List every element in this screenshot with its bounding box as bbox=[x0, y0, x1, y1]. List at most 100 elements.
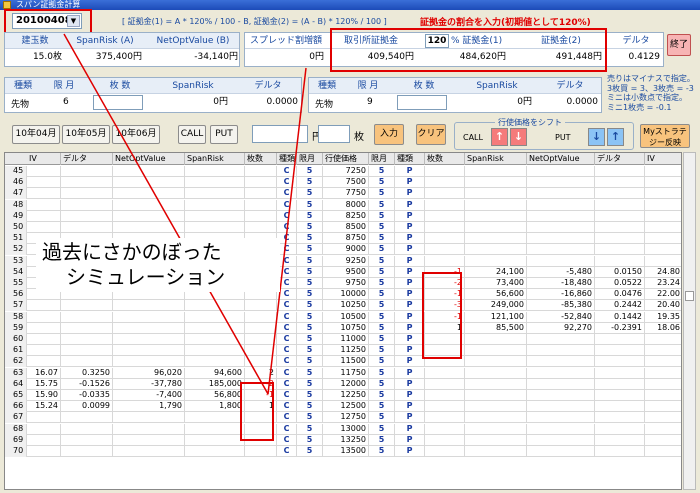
cell-i: 51 bbox=[5, 233, 27, 245]
month-button-3[interactable]: 10年06月 bbox=[112, 125, 160, 144]
table-row[interactable]: 61 C 5 11250 5 P bbox=[5, 345, 681, 357]
table-row[interactable]: 66 15.24 0.0099 1,790 1,800 1 C 5 12500 5 P bbox=[5, 401, 681, 413]
table-row[interactable]: 63 16.07 0.3250 96,020 94,600 2 C 5 11750 5 P bbox=[5, 367, 681, 379]
table-row[interactable]: 67 C 5 12750 5 P bbox=[5, 412, 681, 424]
table-row[interactable]: 70 C 5 13500 5 P bbox=[5, 446, 681, 457]
cell-cl[interactable] bbox=[245, 311, 277, 323]
cell-cn bbox=[113, 166, 185, 177]
cell-cl[interactable] bbox=[245, 188, 277, 200]
cell-cn: 1,790 bbox=[113, 401, 185, 413]
cell-pl[interactable] bbox=[425, 166, 465, 177]
cell-cl[interactable] bbox=[245, 322, 277, 334]
cell-pl[interactable] bbox=[425, 334, 465, 345]
cell-cl[interactable] bbox=[245, 434, 277, 446]
enter-button[interactable]: 入力 bbox=[374, 124, 404, 145]
price-input[interactable] bbox=[252, 125, 308, 143]
cell-pl[interactable] bbox=[425, 367, 465, 379]
cell-pl[interactable] bbox=[425, 356, 465, 368]
table-row[interactable]: 57 C 5 10250 5 P -3 249,000 -85,380 0.2442 20.40 bbox=[5, 300, 681, 312]
cell-cl[interactable] bbox=[245, 177, 277, 189]
table-row[interactable]: 49 C 5 8250 5 P bbox=[5, 210, 681, 222]
cell-pl[interactable]: -2 bbox=[425, 278, 465, 289]
grid-header-8: 限月 bbox=[369, 153, 395, 165]
cell-pl[interactable] bbox=[425, 199, 465, 211]
fut2-lots-input[interactable] bbox=[397, 95, 447, 110]
cell-pl[interactable] bbox=[425, 244, 465, 256]
cell-cl[interactable] bbox=[245, 446, 277, 457]
cell-i: 53 bbox=[5, 255, 27, 267]
call-button[interactable]: CALL bbox=[178, 125, 206, 144]
cell-pv bbox=[645, 390, 681, 401]
table-row[interactable]: 58 C 5 10500 5 P -1 121,100 -52,840 0.1442 19.35 bbox=[5, 311, 681, 323]
cell-pl[interactable] bbox=[425, 378, 465, 390]
cell-pv: 22.00 bbox=[645, 289, 681, 300]
cell-cl[interactable] bbox=[245, 345, 277, 357]
put-button[interactable]: PUT bbox=[210, 125, 238, 144]
cell-cl[interactable] bbox=[245, 199, 277, 211]
cell-k: 9250 bbox=[323, 255, 369, 267]
cell-cl[interactable] bbox=[245, 334, 277, 345]
scroll-thumb[interactable] bbox=[685, 291, 694, 301]
cell-pl[interactable] bbox=[425, 345, 465, 357]
table-row[interactable]: 60 C 5 11000 5 P bbox=[5, 334, 681, 345]
cell-cl[interactable] bbox=[245, 356, 277, 368]
exit-button[interactable]: 終了 bbox=[667, 34, 691, 56]
cell-pl[interactable] bbox=[425, 188, 465, 200]
cell-cl[interactable] bbox=[245, 412, 277, 424]
grid-header-12: NetOptValue bbox=[527, 153, 595, 165]
cell-pl[interactable] bbox=[425, 434, 465, 446]
cell-cl[interactable]: 1 bbox=[245, 401, 277, 413]
vertical-scrollbar[interactable] bbox=[683, 152, 696, 490]
put-down-arrow-icon[interactable]: ↓ bbox=[588, 128, 605, 146]
mystrategy-button[interactable]: Myストラテジー反映 bbox=[640, 124, 690, 148]
cell-cl[interactable] bbox=[245, 210, 277, 222]
cell-pl[interactable]: -1 bbox=[425, 289, 465, 301]
table-row[interactable]: 48 C 5 8000 5 P bbox=[5, 199, 681, 211]
table-row[interactable]: 64 15.75 -0.1526 -37,780 185,000 -2 C 5 12000 5 P bbox=[5, 378, 681, 390]
cell-cl[interactable]: -2 bbox=[245, 378, 277, 390]
cell-pl[interactable] bbox=[425, 446, 465, 457]
cell-pl[interactable] bbox=[425, 255, 465, 267]
table-row[interactable]: 59 C 5 10750 5 P 1 85,500 92,270 -0.2391 18.06 bbox=[5, 322, 681, 334]
lots-input[interactable] bbox=[318, 125, 350, 143]
cell-pl[interactable]: 1 bbox=[425, 322, 465, 334]
cell-cl[interactable]: -1 bbox=[245, 390, 277, 401]
table-row[interactable]: 69 C 5 13250 5 P bbox=[5, 434, 681, 446]
cell-cl[interactable] bbox=[245, 166, 277, 177]
cell-pl[interactable]: -1 bbox=[425, 266, 465, 278]
cell-cl[interactable] bbox=[245, 222, 277, 233]
table-row[interactable]: 45 C 5 7250 5 P bbox=[5, 166, 681, 177]
percent-input[interactable]: 120 bbox=[425, 34, 449, 48]
cell-cl[interactable]: 2 bbox=[245, 367, 277, 379]
table-row[interactable]: 50 C 5 8500 5 P bbox=[5, 222, 681, 233]
table-row[interactable]: 65 15.90 -0.0335 -7,400 56,800 -1 C 5 12250 5 P bbox=[5, 390, 681, 401]
cell-cl[interactable] bbox=[245, 423, 277, 435]
chevron-down-icon[interactable]: ▼ bbox=[67, 15, 80, 27]
table-row[interactable]: 46 C 5 7500 5 P bbox=[5, 177, 681, 189]
cell-pl[interactable] bbox=[425, 233, 465, 245]
table-row[interactable]: 47 C 5 7750 5 P bbox=[5, 188, 681, 200]
cell-pl[interactable] bbox=[425, 390, 465, 401]
date-select[interactable]: 20100408 ▼ bbox=[12, 13, 82, 29]
clear-button[interactable]: クリア bbox=[416, 124, 446, 145]
cell-ps bbox=[465, 423, 527, 435]
put-up-arrow-icon[interactable]: ↑ bbox=[607, 128, 624, 146]
cell-pl[interactable] bbox=[425, 222, 465, 233]
cell-pl[interactable] bbox=[425, 401, 465, 413]
month-button-2[interactable]: 10年05月 bbox=[62, 125, 110, 144]
cell-cl[interactable] bbox=[245, 300, 277, 312]
month-button-1[interactable]: 10年04月 bbox=[12, 125, 60, 144]
table-row[interactable]: 62 C 5 11500 5 P bbox=[5, 356, 681, 368]
fut2-kind: 先物 bbox=[315, 100, 334, 110]
cell-pl[interactable] bbox=[425, 210, 465, 222]
cell-pl[interactable] bbox=[425, 423, 465, 435]
table-row[interactable]: 68 C 5 13000 5 P bbox=[5, 423, 681, 435]
call-down-arrow-icon[interactable]: ↓ bbox=[510, 128, 527, 146]
fut1-lots-input[interactable] bbox=[93, 95, 143, 110]
fut2-month-header: 限 月 bbox=[357, 81, 379, 91]
cell-pl[interactable]: -1 bbox=[425, 311, 465, 323]
cell-pl[interactable]: -3 bbox=[425, 300, 465, 312]
call-up-arrow-icon[interactable]: ↑ bbox=[491, 128, 508, 146]
cell-pl[interactable] bbox=[425, 412, 465, 424]
cell-pl[interactable] bbox=[425, 177, 465, 189]
